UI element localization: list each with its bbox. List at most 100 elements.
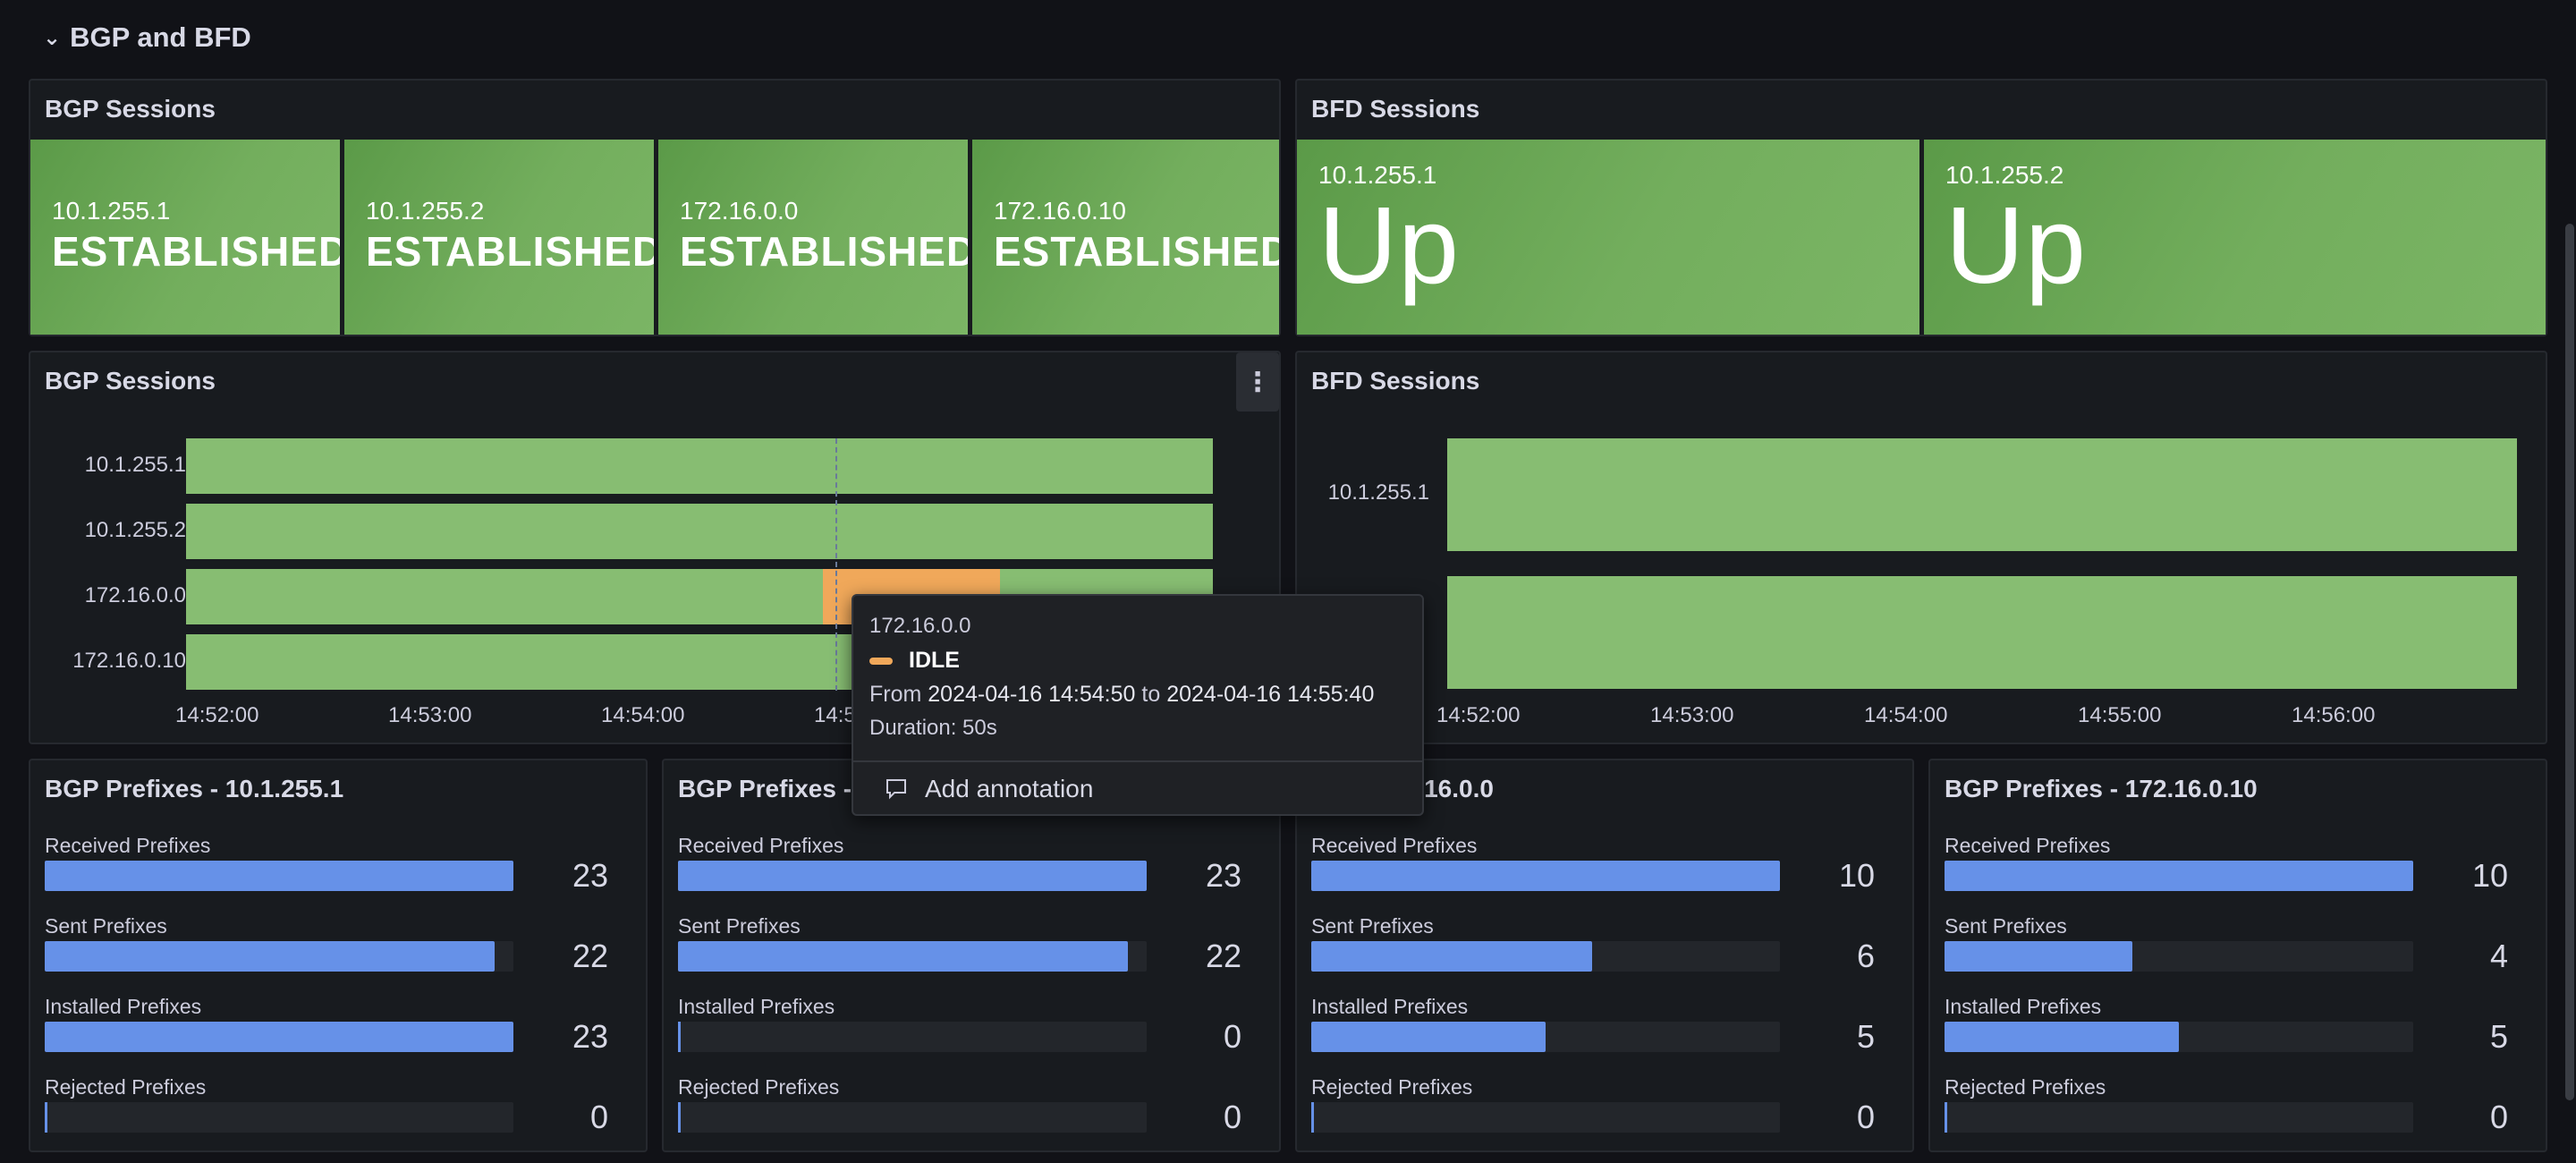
gauge-label: Rejected Prefixes <box>1945 1075 2106 1099</box>
to-label: to <box>1141 682 1161 707</box>
gauge-label: Rejected Prefixes <box>45 1075 207 1099</box>
tile-value: ESTABLISHED <box>52 228 340 275</box>
gauge-track <box>678 1102 1147 1133</box>
gauge-label: Installed Prefixes <box>45 995 202 1018</box>
gauge-fill <box>45 1102 47 1133</box>
gauge-value: 0 <box>2489 1099 2508 1135</box>
row-title: BGP and BFD <box>70 21 251 53</box>
panel-title: BGP Prefixes - 10.1.255.1 <box>45 775 344 802</box>
gauge-track <box>1945 1102 2413 1133</box>
gauge-label: Received Prefixes <box>1311 834 1478 857</box>
tile-value: ESTABLISHED <box>994 228 1279 275</box>
state-bar-established[interactable] <box>186 504 1213 559</box>
gauge-value: 23 <box>572 1018 608 1055</box>
gauge-fill <box>1311 941 1593 972</box>
x-axis-tick: 14:52:00 <box>1436 703 1521 727</box>
gauge-fill <box>678 1022 681 1052</box>
tile-name: 10.1.255.1 <box>52 197 171 225</box>
gauge-fill <box>678 1102 681 1133</box>
bgp-stat-tile: 10.1.255.1 ESTABLISHED <box>30 140 340 335</box>
gauge-value: 23 <box>1205 857 1241 894</box>
gauge-fill <box>1945 1102 1947 1133</box>
bgp-prefixes-panel: BGP Prefixes - Received Prefixes 23 Sent Pr… <box>662 759 1281 1152</box>
x-axis-tick: 14:52:00 <box>175 703 259 727</box>
x-axis-tick: 14:54:00 <box>1864 703 1948 727</box>
gauge-track <box>1311 1022 1780 1052</box>
panel-title: BFD Sessions <box>1311 95 1480 123</box>
x-axis-tick: 14:55:00 <box>2078 703 2162 727</box>
gauge-track <box>678 861 1147 891</box>
gauge-track <box>45 1022 513 1052</box>
gauge-label: Installed Prefixes <box>1311 995 1469 1018</box>
gauge-fill <box>1945 941 2132 972</box>
state-tooltip: 172.16.0.0 IDLE From 2024-04-16 14:54:50… <box>852 594 1424 816</box>
x-axis-tick: 14:53:00 <box>388 703 472 727</box>
panel-menu-button[interactable]: ⋮ <box>1236 352 1279 412</box>
gauge-value: 0 <box>1223 1018 1241 1055</box>
panel-title: BGP Prefixes - <box>678 775 852 802</box>
gauge-fill <box>45 861 513 891</box>
x-axis-tick: 14:56:00 <box>2292 703 2376 727</box>
gauge-fill <box>45 1022 513 1052</box>
kebab-menu-icon: ⋮ <box>1244 367 1271 397</box>
state-bar-up[interactable] <box>1447 576 2517 689</box>
gauge-label: Installed Prefixes <box>678 995 835 1018</box>
state-bar-established[interactable] <box>186 438 1213 494</box>
gauge-value: 0 <box>1856 1099 1875 1135</box>
hover-crosshair <box>835 438 837 691</box>
gauge-track <box>45 1102 513 1133</box>
tile-value: ESTABLISHED <box>366 228 654 275</box>
x-axis-tick: 14:53:00 <box>1650 703 1734 727</box>
page-scrollbar[interactable] <box>2565 224 2574 1100</box>
tile-value: ESTABLISHED <box>680 228 968 275</box>
gauge-value: 6 <box>1856 938 1875 974</box>
gauge-label: Sent Prefixes <box>1311 914 1434 938</box>
gauge-label: Received Prefixes <box>678 834 844 857</box>
gauge-label: Received Prefixes <box>1945 834 2111 857</box>
timeline-row-label: 10.1.255.1 <box>1327 480 1429 505</box>
gauge-track <box>1945 941 2413 972</box>
timeline-row-label: 10.1.255.1 <box>84 453 186 477</box>
state-color-swatch <box>869 658 893 665</box>
chevron-down-icon: ⌄ <box>43 25 62 50</box>
gauge-fill <box>678 941 1129 972</box>
tooltip-duration: Duration: 50s <box>869 716 997 740</box>
gauge-fill <box>1311 861 1780 891</box>
gauge-track <box>1945 861 2413 891</box>
from-time: 2024-04-16 14:54:50 <box>928 682 1136 707</box>
bfd-sessions-timeline-panel: BFD Sessions 10.1.255.1 14:52:00 14:53:0… <box>1295 351 2547 744</box>
to-time: 2024-04-16 14:55:40 <box>1166 682 1375 707</box>
gauge-track <box>678 941 1147 972</box>
row-toggle-bgp-bfd[interactable]: ⌄ BGP and BFD <box>43 16 251 59</box>
bgp-stat-tile: 10.1.255.2 ESTABLISHED <box>344 140 654 335</box>
gauge-track <box>1311 941 1780 972</box>
gauge-track <box>45 861 513 891</box>
tooltip-time-range: From 2024-04-16 14:54:50 to 2024-04-16 1… <box>869 682 1374 708</box>
bgp-stat-tile: 172.16.0.10 ESTABLISHED <box>972 140 1279 335</box>
bfd-stat-tile: 10.1.255.1 Up <box>1297 140 1919 335</box>
gauge-label: Sent Prefixes <box>45 914 167 938</box>
gauge-track <box>1311 1102 1780 1133</box>
panel-title: BGP Sessions <box>45 367 216 395</box>
tooltip-divider <box>853 760 1422 762</box>
x-axis-tick: 14:5 <box>814 703 856 727</box>
gauge-track <box>678 1022 1147 1052</box>
tile-name: 10.1.255.2 <box>366 197 485 225</box>
gauge-value: 0 <box>1223 1099 1241 1135</box>
bgp-prefixes-panel: xes - 172.16.0.0Received Prefixes10Sent … <box>1295 759 1914 1152</box>
state-bar-up[interactable] <box>1447 438 2517 551</box>
gauge-value: 23 <box>572 857 608 894</box>
tooltip-state: IDLE <box>909 648 960 673</box>
gauge-label: Rejected Prefixes <box>1311 1075 1473 1099</box>
bgp-prefixes-panel: BGP Prefixes - 172.16.0.10 Received Prefi… <box>1928 759 2547 1152</box>
bfd-sessions-stat-panel: BFD Sessions 10.1.255.1 Up 10.1.255.2 Up <box>1295 79 2547 336</box>
add-annotation-button[interactable]: Add annotation <box>884 775 1093 803</box>
gauge-fill <box>678 861 1147 891</box>
gauge-value: 10 <box>2471 857 2508 894</box>
gauge-fill <box>1945 861 2413 891</box>
gauge-label: Installed Prefixes <box>1945 995 2102 1018</box>
tooltip-series-name: 172.16.0.0 <box>869 614 971 638</box>
gauge-fill <box>1311 1102 1314 1133</box>
timeline-row-label: 172.16.0.0 <box>84 583 186 607</box>
gauge-label: Rejected Prefixes <box>678 1075 840 1099</box>
